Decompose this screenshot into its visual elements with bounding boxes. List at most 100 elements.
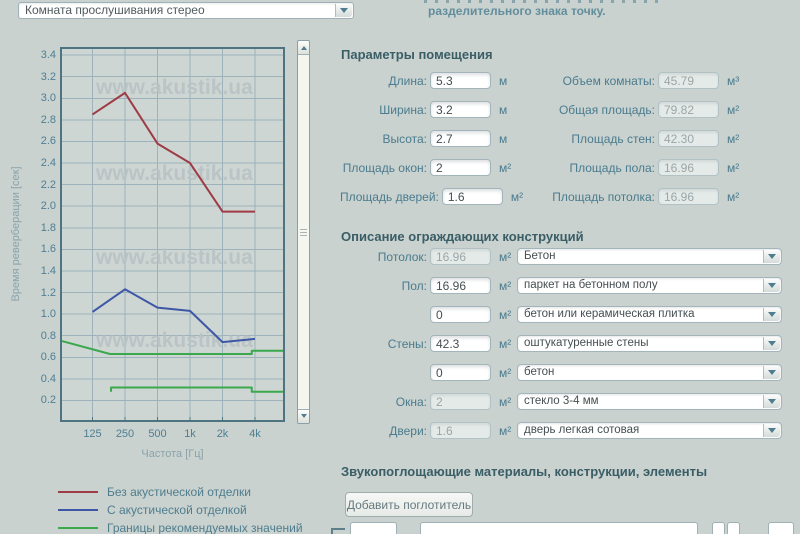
ceiling-area-unit: м²	[727, 190, 739, 204]
x-axis-title: Частота [Гц]	[60, 448, 285, 460]
doors-unit: м²	[499, 424, 511, 438]
ceiling-row: Потолок:м²Бетон	[340, 248, 784, 265]
room-volume-input	[658, 72, 719, 89]
floor-material-dropdown-button[interactable]	[763, 279, 780, 292]
walls-2-material-select[interactable]: бетон	[517, 364, 782, 381]
floor-label: Пол:	[340, 279, 427, 293]
y-tick-label: 1.4	[30, 265, 56, 277]
windows-label: Окна:	[340, 395, 427, 409]
walls-area-input[interactable]	[430, 335, 491, 352]
floor-2-material-value: бетон или керамическая плитка	[524, 308, 695, 320]
doors-area-input[interactable]	[442, 188, 503, 205]
floor-unit: м²	[499, 279, 511, 293]
walls-material-value: оштукатуренные стены	[524, 337, 648, 349]
floor-material-value: паркет на бетонном полу	[524, 279, 658, 291]
ceiling-material-value: Бетон	[524, 250, 555, 262]
windows-area-input	[430, 393, 491, 410]
section-title-absorbers: Звукопоглощающие материалы, конструкции,…	[341, 464, 707, 479]
y-tick-label: 2.6	[30, 135, 56, 147]
floor-material-select[interactable]: паркет на бетонном полу	[517, 277, 782, 294]
ceiling-material-select[interactable]: Бетон	[517, 248, 782, 265]
y-tick-label: 0.8	[30, 330, 56, 342]
scroll-down-button[interactable]	[298, 409, 309, 423]
length-input[interactable]	[430, 72, 491, 89]
ceiling-material-dropdown-button[interactable]	[763, 250, 780, 263]
y-tick-label: 0.4	[30, 373, 56, 385]
reverberation-chart: Время реверберации [сек] 3.43.23.02.82.6…	[0, 0, 330, 534]
doors-area-unit: м²	[511, 190, 523, 204]
floor-2-material-dropdown-button[interactable]	[763, 308, 780, 321]
x-tick-label: 500	[142, 428, 174, 440]
walls-material-dropdown-button[interactable]	[763, 337, 780, 350]
legend-item: С акустической отделкой	[58, 501, 303, 519]
doors-material-select[interactable]: дверь легкая сотовая	[517, 422, 782, 439]
room-volume-row: Объем комнаты:м³	[540, 72, 739, 89]
walls-2-material-dropdown-button[interactable]	[763, 366, 780, 379]
walls-material-select[interactable]: оштукатуренные стены	[517, 335, 782, 352]
add-absorber-button[interactable]: Добавить поглотитель	[345, 492, 473, 517]
windows-row: Окна:м²стекло 3-4 мм	[340, 393, 784, 410]
x-tick-label: 125	[77, 428, 109, 440]
floor-2-material-select[interactable]: бетон или керамическая плитка	[517, 306, 782, 323]
legend-item: Без акустической отделки	[58, 483, 303, 501]
doors-row: Двери:м²дверь легкая сотовая	[340, 422, 784, 439]
height-label: Высота:	[340, 132, 427, 146]
floor-area-input[interactable]	[430, 277, 491, 294]
absorber-row-scrollbar[interactable]	[768, 522, 794, 534]
absorber-row-input[interactable]	[350, 522, 397, 534]
y-tick-label: 0.2	[30, 394, 56, 406]
height-row: Высота:м	[340, 130, 507, 147]
doors-area-input	[430, 422, 491, 439]
windows-area-input[interactable]	[430, 159, 491, 176]
y-tick-label: 1.0	[30, 308, 56, 320]
chart-plot-area: www.akustik.uawww.akustik.uawww.akustik.…	[60, 47, 285, 422]
y-axis-title: Время реверберации [сек]	[10, 154, 22, 314]
ceiling-label: Потолок:	[340, 250, 427, 264]
windows-material-dropdown-button[interactable]	[763, 395, 780, 408]
triangle-up-icon	[301, 43, 307, 50]
chart-legend: Без акустической отделки С акустической о…	[58, 483, 303, 534]
doors-material-dropdown-button[interactable]	[763, 424, 780, 437]
windows-area-unit: м²	[499, 161, 511, 175]
total-area-unit: м²	[727, 103, 739, 117]
doors-area-label: Площадь дверей:	[340, 190, 439, 204]
windows-material-value: стекло 3-4 мм	[524, 395, 599, 407]
x-tick-label: 4k	[239, 428, 271, 440]
scrollbar-thumb[interactable]	[298, 56, 309, 409]
legend-item: Границы рекомендуемых значений	[58, 519, 303, 534]
absorber-row-select[interactable]	[420, 522, 698, 534]
x-tick-label: 250	[109, 428, 141, 440]
grip-icon	[300, 229, 307, 237]
section-title-constructions: Описание ограждающих конструкций	[341, 229, 584, 244]
walls-area-unit: м²	[727, 132, 739, 146]
floor-2-row: м²бетон или керамическая плитка	[340, 306, 784, 323]
room-type-dropdown-button[interactable]	[335, 4, 352, 17]
absorber-row-button-2[interactable]	[727, 522, 740, 534]
width-input[interactable]	[430, 101, 491, 118]
width-row: Ширина:м	[340, 101, 507, 118]
legend-label: Без акустической отделки	[107, 485, 251, 499]
floor-area-input	[658, 159, 719, 176]
y-tick-label: 3.4	[30, 49, 56, 61]
chart-scrollbar[interactable]	[297, 40, 310, 424]
legend-swatch	[58, 491, 98, 493]
walls-2-unit: м²	[499, 366, 511, 380]
windows-area-row: Площадь окон:м²	[340, 159, 511, 176]
legend-label: С акустической отделкой	[107, 503, 247, 517]
y-tick-label: 3.0	[30, 92, 56, 104]
doors-material-value: дверь легкая сотовая	[524, 424, 639, 436]
walls-2-material-value: бетон	[524, 366, 554, 378]
room-params-right-column: Объем комнаты:м³Общая площадь:м²Площадь …	[540, 72, 790, 212]
height-input[interactable]	[430, 130, 491, 147]
watermark-text: www.akustik.ua	[95, 76, 253, 99]
constructions-rows: Потолок:м²БетонПол:м²паркет на бетонном …	[340, 248, 784, 448]
floor-2-area-input[interactable]	[430, 306, 491, 323]
walls-2-area-input[interactable]	[430, 364, 491, 381]
y-tick-label: 3.2	[30, 71, 56, 83]
absorber-row-button[interactable]	[712, 522, 725, 534]
scroll-up-button[interactable]	[298, 41, 309, 55]
windows-material-select[interactable]: стекло 3-4 мм	[517, 393, 782, 410]
floor-row: Пол: м² паркет на бетонном полу	[340, 277, 784, 294]
chevron-down-icon	[768, 370, 776, 379]
walls-row: Стены:м²оштукатуренные стены	[340, 335, 784, 352]
